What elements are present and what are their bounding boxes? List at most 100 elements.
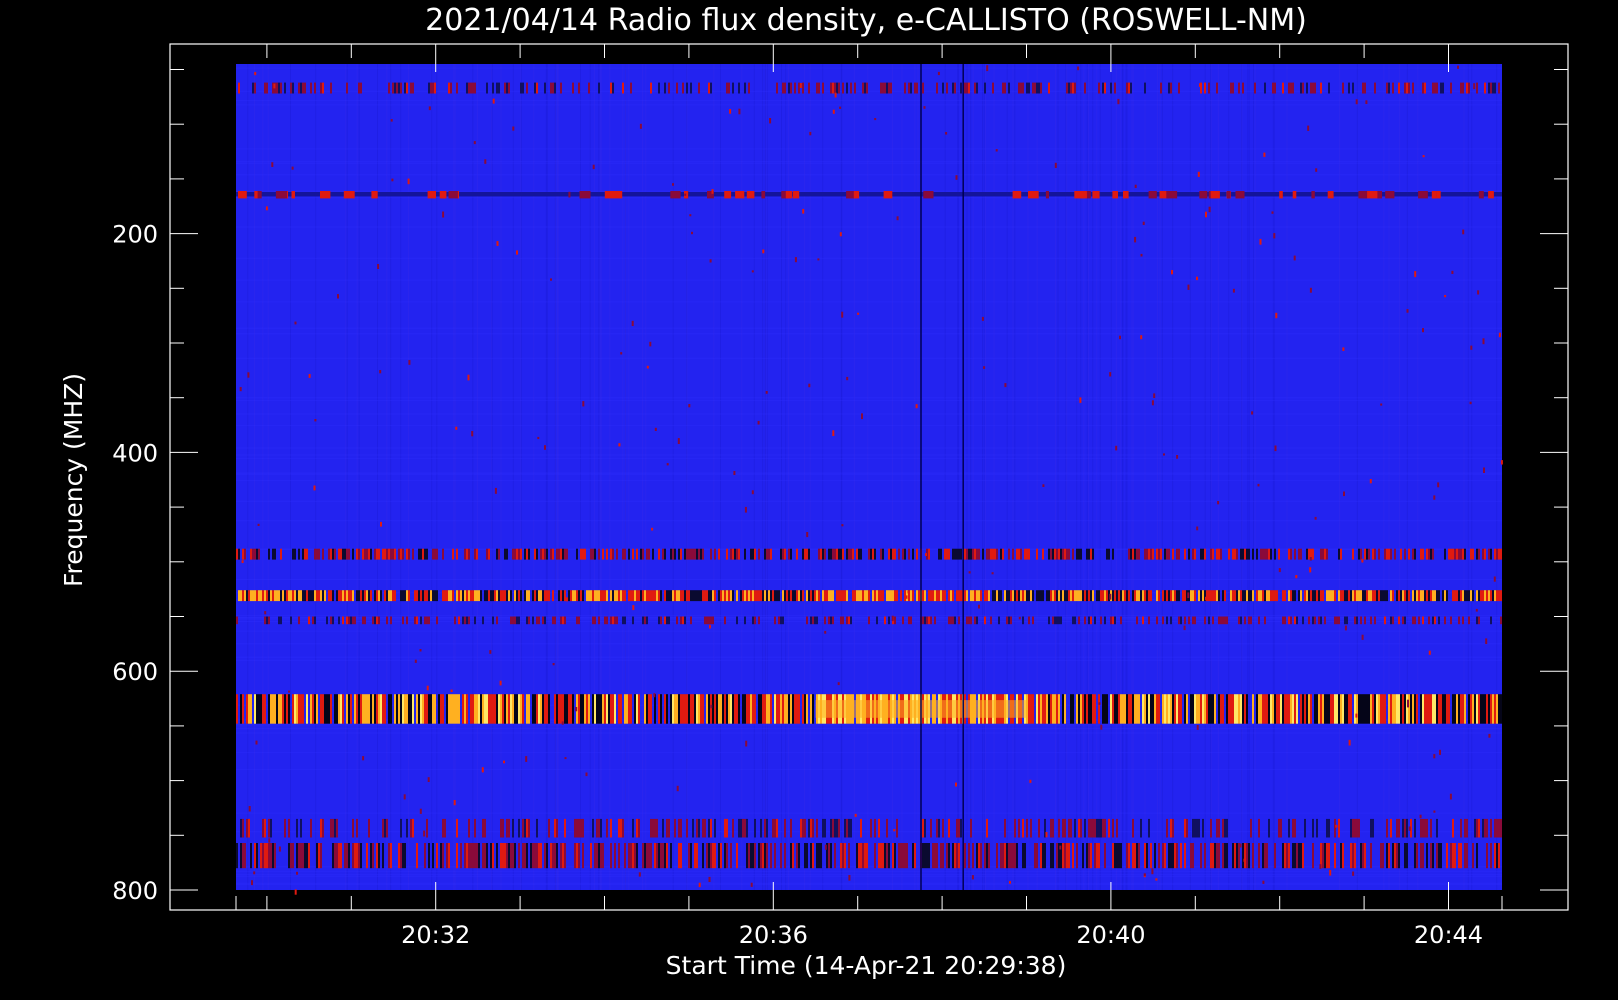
heatmap-cell bbox=[892, 843, 894, 869]
heatmap-cell bbox=[970, 590, 972, 602]
heatmap-speckle bbox=[1176, 455, 1179, 459]
heatmap-cell bbox=[466, 843, 468, 869]
heatmap-cell bbox=[498, 82, 500, 94]
heatmap-cell bbox=[1292, 694, 1294, 724]
heatmap-cell bbox=[358, 694, 360, 724]
heatmap-cell bbox=[1174, 694, 1176, 724]
heatmap-cell bbox=[264, 616, 266, 625]
heatmap-texture-line bbox=[356, 64, 358, 890]
heatmap-cell bbox=[1478, 548, 1480, 560]
heatmap-cell bbox=[1444, 616, 1446, 625]
heatmap-cell bbox=[1268, 548, 1270, 560]
heatmap-cell bbox=[1266, 548, 1268, 560]
heatmap-cell bbox=[1482, 694, 1484, 724]
heatmap-texture-row bbox=[236, 425, 1502, 427]
heatmap-cell bbox=[320, 191, 331, 199]
heatmap-cell bbox=[718, 548, 720, 560]
heatmap-cell bbox=[1338, 694, 1340, 724]
heatmap-cell bbox=[810, 843, 812, 869]
heatmap-cell bbox=[414, 590, 416, 602]
heatmap-cell bbox=[1488, 548, 1490, 560]
heatmap-cell bbox=[528, 616, 530, 625]
heatmap-speckle bbox=[1369, 479, 1372, 484]
heatmap-cell bbox=[550, 548, 552, 560]
heatmap-cell bbox=[1364, 694, 1366, 724]
heatmap-cell bbox=[858, 590, 860, 602]
heatmap-texture-line bbox=[622, 64, 624, 890]
heatmap-cell bbox=[1294, 694, 1296, 724]
heatmap-cell bbox=[1392, 590, 1394, 602]
heatmap-cell bbox=[458, 694, 460, 724]
heatmap-cell bbox=[862, 82, 864, 94]
heatmap-cell bbox=[1402, 590, 1404, 602]
heatmap-cell bbox=[358, 548, 360, 560]
heatmap-cell bbox=[308, 616, 310, 625]
heatmap-cell bbox=[1490, 843, 1492, 869]
heatmap-cell bbox=[486, 590, 488, 602]
heatmap-cell bbox=[478, 843, 480, 869]
heatmap-cell bbox=[726, 843, 728, 869]
heatmap-cell bbox=[1234, 843, 1236, 869]
heatmap-cell bbox=[1392, 82, 1394, 94]
heatmap-cell bbox=[986, 548, 988, 560]
heatmap-cell bbox=[1072, 548, 1074, 560]
heatmap-speckle bbox=[314, 419, 317, 422]
heatmap-cell bbox=[732, 694, 734, 724]
heatmap-cell bbox=[544, 548, 546, 560]
heatmap-cell bbox=[736, 694, 738, 724]
heatmap-cell bbox=[1158, 843, 1160, 869]
heatmap-cell bbox=[638, 818, 640, 838]
heatmap-cell bbox=[1104, 616, 1106, 625]
heatmap-cell bbox=[904, 843, 906, 869]
heatmap-cell bbox=[1492, 590, 1494, 602]
heatmap-cell bbox=[248, 590, 250, 602]
heatmap-cell bbox=[1500, 548, 1502, 560]
heatmap-cell bbox=[456, 82, 458, 94]
heatmap-cell bbox=[330, 818, 332, 838]
heatmap-cell bbox=[1162, 694, 1164, 724]
heatmap-cell bbox=[1334, 843, 1336, 869]
heatmap-cell bbox=[970, 616, 972, 625]
heatmap-cell bbox=[994, 590, 996, 602]
heatmap-cell bbox=[792, 191, 800, 199]
heatmap-cell bbox=[828, 843, 830, 869]
heatmap-cell bbox=[514, 548, 516, 560]
heatmap-cell bbox=[736, 616, 738, 625]
heatmap-cell bbox=[482, 818, 484, 838]
heatmap-cell bbox=[1188, 548, 1190, 560]
heatmap-cell bbox=[1420, 590, 1422, 602]
heatmap-cell bbox=[1408, 548, 1410, 560]
heatmap-cell bbox=[924, 616, 926, 625]
heatmap-cell bbox=[844, 818, 846, 838]
heatmap-cell bbox=[1110, 616, 1112, 625]
heatmap-cell bbox=[662, 818, 664, 838]
y-tick-label: 400 bbox=[112, 439, 158, 467]
heatmap-cell bbox=[1464, 843, 1466, 869]
heatmap-cell bbox=[1024, 548, 1026, 560]
heatmap-cell bbox=[1474, 818, 1476, 838]
heatmap-cell bbox=[1344, 616, 1346, 625]
heatmap-cell bbox=[492, 843, 494, 869]
heatmap-cell bbox=[934, 616, 936, 625]
heatmap-cell bbox=[372, 694, 374, 724]
heatmap-cell bbox=[1124, 694, 1126, 724]
heatmap-cell bbox=[340, 590, 342, 602]
heatmap-cell bbox=[264, 818, 266, 838]
heatmap-texture-line bbox=[788, 64, 789, 890]
heatmap-cell bbox=[780, 694, 782, 724]
heatmap-cell bbox=[710, 548, 712, 560]
heatmap-cell bbox=[482, 694, 484, 724]
heatmap-cell bbox=[1346, 694, 1348, 724]
heatmap-cell bbox=[678, 548, 680, 560]
heatmap-cell bbox=[732, 818, 734, 838]
heatmap-cell bbox=[1296, 616, 1298, 625]
heatmap-cell bbox=[1404, 548, 1406, 560]
heatmap-cell bbox=[948, 590, 950, 602]
heatmap-cell bbox=[454, 694, 456, 724]
heatmap-speckle bbox=[494, 487, 497, 494]
heatmap-cell bbox=[1496, 590, 1498, 602]
heatmap-texture-line bbox=[1339, 64, 1341, 890]
heatmap-cell bbox=[1232, 694, 1234, 724]
heatmap-cell bbox=[792, 590, 794, 602]
heatmap-cell bbox=[926, 616, 928, 625]
